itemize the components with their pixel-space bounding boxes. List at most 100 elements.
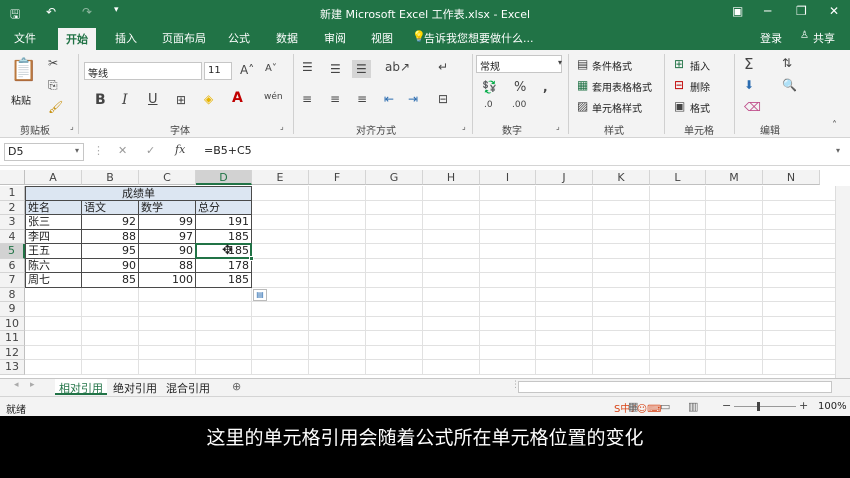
row-header-12[interactable]: 12: [0, 345, 25, 360]
close-button[interactable]: ✕: [829, 4, 839, 18]
alignment-launcher-icon[interactable]: ⌟: [462, 122, 466, 131]
font-size-combo[interactable]: 11: [204, 62, 232, 80]
zoom-level[interactable]: 100%: [818, 401, 847, 412]
percent-icon[interactable]: %: [514, 80, 526, 95]
page-layout-view-icon[interactable]: ▭: [660, 400, 670, 413]
align-left-icon[interactable]: ≡: [302, 92, 312, 106]
row-header-1[interactable]: 1: [0, 186, 25, 201]
score-cell[interactable]: 88: [82, 229, 139, 244]
decrease-indent-icon[interactable]: ⇤: [384, 92, 394, 106]
column-header-b[interactable]: B: [82, 170, 139, 185]
tab-home[interactable]: 开始: [58, 28, 96, 50]
row-header-2[interactable]: 2: [0, 200, 25, 215]
formula-input[interactable]: =B5+C5: [200, 143, 845, 161]
sheet-tab-mixed[interactable]: 混合引用: [162, 379, 214, 395]
number-format-combo[interactable]: 常规: [476, 55, 562, 73]
orientation-icon[interactable]: ab↗: [385, 60, 410, 74]
share-button[interactable]: 共享: [813, 30, 835, 46]
tab-data[interactable]: 数据: [276, 30, 298, 46]
score-cell[interactable]: 191: [196, 215, 252, 230]
row-header-13[interactable]: 13: [0, 360, 25, 375]
increase-decimal-icon[interactable]: .0: [484, 100, 493, 110]
accounting-icon[interactable]: 💱: [482, 80, 497, 94]
score-cell[interactable]: 178: [196, 258, 252, 273]
score-cell[interactable]: 185: [196, 273, 252, 288]
vertical-scrollbar[interactable]: [835, 186, 850, 378]
score-cell[interactable]: 99: [139, 215, 196, 230]
delete-cells-button[interactable]: 删除: [690, 79, 710, 94]
decrease-decimal-icon[interactable]: .00: [512, 100, 526, 110]
column-header-m[interactable]: M: [706, 170, 763, 185]
sheet-tab-relative[interactable]: 相对引用: [55, 379, 107, 395]
select-all-corner[interactable]: [0, 170, 25, 185]
quick-analysis-icon[interactable]: ▤: [253, 289, 267, 301]
page-break-view-icon[interactable]: ▥: [688, 400, 698, 413]
autosum-icon[interactable]: Σ: [744, 55, 753, 73]
align-middle-icon[interactable]: ☰: [330, 62, 341, 76]
fill-color-icon[interactable]: ◈: [204, 92, 213, 106]
clear-icon[interactable]: ⌫: [744, 100, 761, 114]
login-link[interactable]: 登录: [760, 30, 782, 46]
tab-file[interactable]: 文件: [14, 30, 36, 46]
column-header-c[interactable]: C: [139, 170, 196, 185]
score-cell[interactable]: 95: [82, 244, 139, 259]
score-cell[interactable]: 85: [82, 273, 139, 288]
format-cells-button[interactable]: 格式: [690, 100, 710, 115]
score-cell[interactable]: 185: [196, 229, 252, 244]
wrap-text-icon[interactable]: ↵: [438, 60, 448, 74]
score-cell[interactable]: 90: [82, 258, 139, 273]
prev-sheet-icon[interactable]: ◂: [10, 379, 23, 395]
clipboard-launcher-icon[interactable]: ⌟: [70, 122, 74, 131]
font-color-icon[interactable]: A: [232, 90, 243, 106]
row-header-11[interactable]: 11: [0, 331, 25, 346]
collapse-ribbon-icon[interactable]: ˄: [832, 120, 837, 131]
column-header-e[interactable]: E: [252, 170, 309, 185]
merge-center-icon[interactable]: ⊟: [438, 92, 448, 106]
align-top-icon[interactable]: ☰: [302, 60, 313, 74]
enter-icon[interactable]: ✓: [146, 144, 155, 157]
header-cell[interactable]: 总分: [196, 200, 252, 215]
tab-review[interactable]: 审阅: [324, 30, 346, 46]
row-header-8[interactable]: 8: [0, 287, 25, 302]
next-sheet-icon[interactable]: ▸: [26, 379, 39, 395]
number-launcher-icon[interactable]: ⌟: [556, 122, 560, 131]
score-cell[interactable]: 97: [139, 229, 196, 244]
phonetic-icon[interactable]: wén: [264, 92, 283, 102]
tab-view[interactable]: 视图: [371, 30, 393, 46]
fill-handle[interactable]: [249, 255, 254, 261]
number-format-dropdown-icon[interactable]: ▾: [558, 58, 562, 67]
column-header-a[interactable]: A: [25, 170, 82, 185]
column-header-d[interactable]: D: [196, 170, 252, 185]
column-header-h[interactable]: H: [423, 170, 480, 185]
table-title-cell[interactable]: 成绩单: [25, 186, 252, 201]
normal-view-icon[interactable]: ▦: [628, 400, 638, 413]
paste-icon[interactable]: 📋: [10, 58, 37, 83]
find-select-icon[interactable]: 🔍: [782, 78, 797, 92]
grow-font-icon[interactable]: A˄: [240, 63, 254, 77]
name-cell[interactable]: 张三: [25, 215, 82, 230]
column-header-l[interactable]: L: [650, 170, 706, 185]
bold-icon[interactable]: B: [95, 92, 106, 108]
column-header-f[interactable]: F: [309, 170, 366, 185]
format-painter-icon[interactable]: 🖌: [48, 100, 63, 114]
zoom-out-button[interactable]: −: [722, 399, 731, 412]
name-cell[interactable]: 陈六: [25, 258, 82, 273]
ribbon-options-icon[interactable]: ▣: [732, 4, 743, 18]
column-header-i[interactable]: I: [480, 170, 536, 185]
cell-style-button[interactable]: 单元格样式: [592, 100, 642, 115]
score-cell[interactable]: 88: [139, 258, 196, 273]
score-cell[interactable]: 90: [139, 244, 196, 259]
align-right-icon[interactable]: ≡: [357, 92, 367, 106]
increase-indent-icon[interactable]: ⇥: [408, 92, 418, 106]
name-box[interactable]: D5: [4, 143, 84, 161]
font-name-combo[interactable]: 等线: [84, 62, 202, 80]
row-header-3[interactable]: 3: [0, 215, 25, 230]
conditional-format-button[interactable]: 条件格式: [592, 58, 632, 73]
tab-page-layout[interactable]: 页面布局: [162, 30, 206, 46]
tab-insert[interactable]: 插入: [115, 30, 137, 46]
tab-formulas[interactable]: 公式: [228, 30, 250, 46]
underline-icon[interactable]: U: [148, 92, 158, 107]
zoom-slider-thumb[interactable]: [757, 402, 760, 411]
sheet-tab-absolute[interactable]: 绝对引用: [109, 379, 161, 395]
cut-icon[interactable]: ✂: [48, 56, 58, 70]
